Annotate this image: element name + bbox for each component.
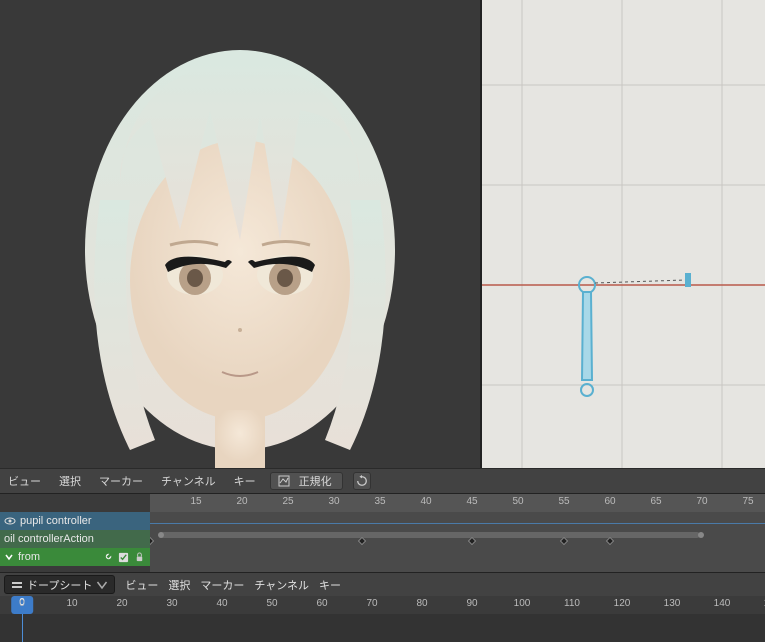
menu-select[interactable]: 選択 (55, 471, 85, 491)
wrench-icon[interactable] (100, 550, 114, 564)
ruler-tick: 90 (466, 598, 477, 609)
ruler-tick: 30 (166, 598, 177, 609)
editor-type-label: ドープシート (27, 577, 92, 593)
channel-from-label: from (18, 551, 96, 563)
scrollbar-handle-left[interactable] (158, 532, 164, 538)
bone-display[interactable] (579, 273, 691, 396)
graph-scrollbar[interactable] (150, 532, 765, 540)
ruler-tick: 75 (742, 496, 753, 507)
ruler-tick: 25 (282, 496, 293, 507)
chevron-down-icon (96, 579, 108, 591)
menu-select[interactable]: 選択 (168, 577, 190, 593)
menu-key[interactable]: キー (230, 471, 260, 491)
editor-type-select[interactable]: ドープシート (4, 575, 115, 594)
dopesheet-icon (11, 579, 23, 591)
menu-channel[interactable]: チャンネル (157, 471, 220, 491)
ruler-tick: 20 (236, 496, 247, 507)
ruler-tick: 110 (564, 598, 580, 609)
eye-icon (4, 515, 16, 527)
ruler-tick: 45 (466, 496, 477, 507)
menu-marker[interactable]: マーカー (200, 577, 244, 593)
graph-ruler[interactable]: 15 20 25 30 35 40 45 50 55 60 65 70 75 (150, 494, 765, 512)
chevron-down-icon (4, 552, 14, 562)
lock-icon[interactable] (132, 550, 146, 564)
scrollbar-handle-right[interactable] (698, 532, 704, 538)
menu-key[interactable]: キー (319, 577, 341, 593)
auto-normalize-icon[interactable] (353, 472, 371, 490)
graph-editor-header: ビュー 選択 マーカー チャンネル キー 正規化 (0, 468, 765, 494)
channel-action[interactable]: oil controllerAction (0, 530, 150, 548)
viewport-3d[interactable] (0, 0, 480, 468)
ruler-tick: 55 (558, 496, 569, 507)
ruler-tick: 35 (374, 496, 385, 507)
normalize-toggle[interactable]: 正規化 (270, 472, 343, 490)
scrollbar-thumb[interactable] (160, 532, 700, 538)
dopesheet-header: ドープシート ビュー 選択 マーカー チャンネル キー (0, 572, 765, 596)
ruler-tick: 70 (696, 496, 707, 507)
ruler-tick: 50 (512, 496, 523, 507)
ruler-tick: 50 (266, 598, 277, 609)
timeline-ruler[interactable]: 0 0102030405060708090100110120130140150 (0, 596, 765, 614)
ruler-tick: 0 (19, 598, 25, 609)
menu-view[interactable]: ビュー (125, 577, 158, 593)
channel-action-label: oil controllerAction (4, 533, 146, 545)
graph-editor: pupil controller oil controllerAction fr… (0, 494, 765, 572)
ruler-tick: 30 (328, 496, 339, 507)
ruler-tick: 40 (216, 598, 227, 609)
channel-list: pupil controller oil controllerAction fr… (0, 494, 150, 572)
ruler-tick: 70 (366, 598, 377, 609)
timeline-playhead[interactable] (22, 614, 23, 642)
ruler-tick: 140 (714, 598, 731, 609)
channel-from[interactable]: from (0, 548, 150, 566)
ruler-tick: 10 (66, 598, 77, 609)
ruler-tick: 20 (116, 598, 127, 609)
channel-summary-label: pupil controller (20, 515, 146, 527)
ruler-tick: 80 (416, 598, 427, 609)
ruler-tick: 60 (316, 598, 327, 609)
checkbox-icon[interactable] (116, 550, 130, 564)
ruler-tick: 120 (614, 598, 631, 609)
menu-marker[interactable]: マーカー (95, 471, 147, 491)
channel-summary[interactable]: pupil controller (0, 512, 150, 530)
viewport-secondary[interactable] (480, 0, 765, 468)
graph-canvas[interactable]: 15 20 25 30 35 40 45 50 55 60 65 70 75 (150, 494, 765, 572)
ruler-tick: 40 (420, 496, 431, 507)
ruler-tick: 130 (664, 598, 681, 609)
ruler-tick: 65 (650, 496, 661, 507)
normalize-label: 正規化 (295, 471, 336, 491)
menu-view[interactable]: ビュー (4, 471, 45, 491)
ruler-tick: 60 (604, 496, 615, 507)
ruler-tick: 100 (514, 598, 531, 609)
ruler-tick: 15 (190, 496, 201, 507)
menu-channel[interactable]: チャンネル (254, 577, 309, 593)
timeline[interactable]: 0 0102030405060708090100110120130140150 (0, 596, 765, 642)
